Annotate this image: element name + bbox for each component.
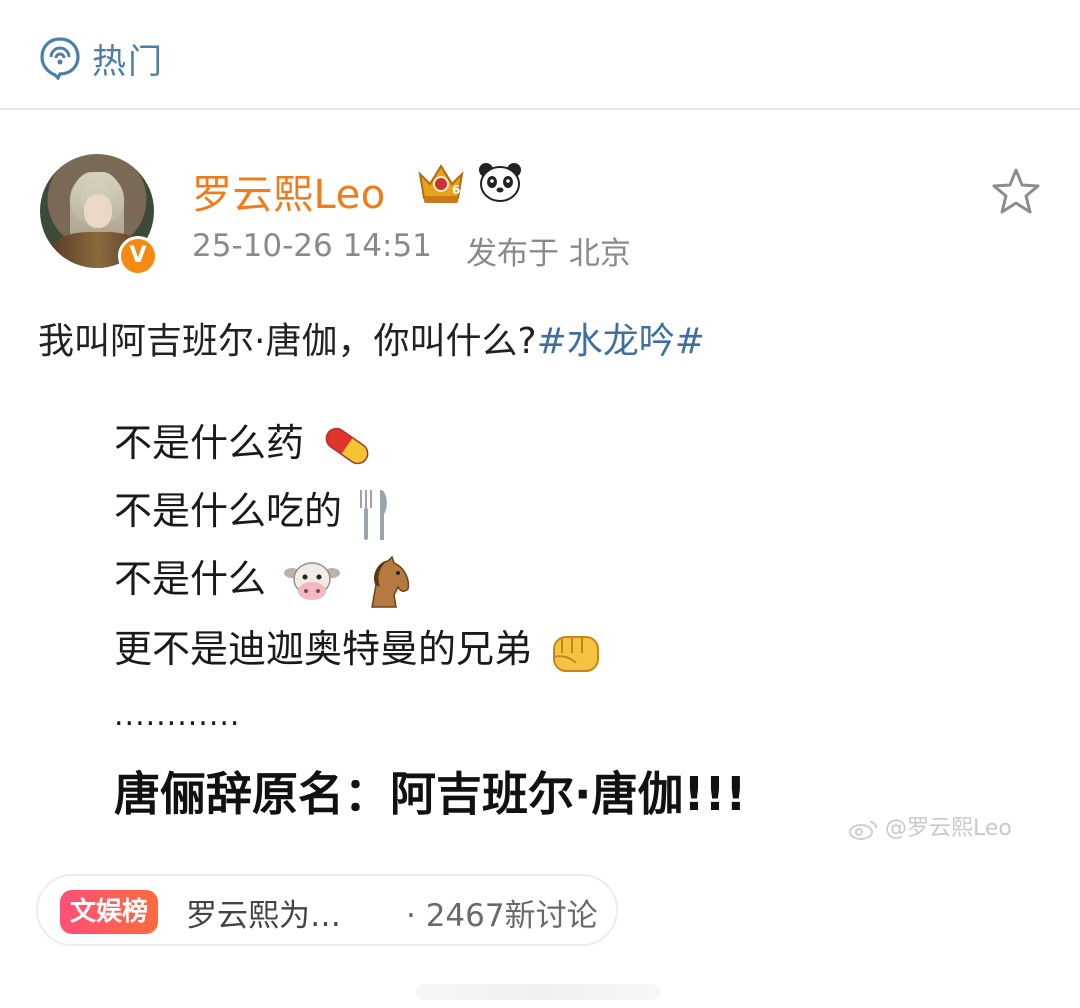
star-icon[interactable] — [990, 166, 1042, 218]
post-timestamp: 25-10-26 14:51 — [192, 228, 432, 264]
body-line-1: 不是什么药 — [114, 412, 374, 468]
top-bar: 热门 — [0, 0, 1080, 110]
hot-tab-label[interactable]: 热门 — [92, 34, 164, 83]
weibo-logo-icon — [849, 821, 877, 840]
trend-chip[interactable]: 文娱榜 罗云熙为… · 2467新讨论 — [36, 874, 618, 946]
svg-text:6: 6 — [452, 183, 460, 197]
hot-icon[interactable] — [38, 36, 82, 80]
ellipsis-dots: ............ — [114, 698, 241, 733]
horse-emoji — [371, 555, 410, 608]
body-line-2: 不是什么吃的 — [114, 480, 394, 542]
username[interactable]: 罗云熙Leo — [192, 162, 386, 220]
body-line-2-text: 不是什么吃的 — [114, 489, 343, 533]
bottom-edge — [416, 984, 660, 1000]
verified-badge: V — [118, 236, 158, 276]
bold-statement: 唐俪辞原名：阿吉班尔·唐伽!!! — [114, 767, 747, 821]
post-location: 发布于 北京 — [466, 236, 631, 272]
trend-count: · 2467新讨论 — [406, 898, 598, 934]
watermark-text: @罗云熙Leo — [885, 816, 1012, 841]
watermark: @罗云熙Leo — [848, 810, 1012, 842]
hashtag-link[interactable]: #水龙吟# — [537, 321, 705, 362]
post-text-main: 我叫阿吉班尔·唐伽，你叫什么? — [38, 321, 537, 362]
pill-emoji — [325, 427, 369, 464]
body-line-3-text: 不是什么 — [114, 557, 267, 601]
body-line-3: 不是什么 — [114, 548, 416, 609]
avatar-face — [84, 194, 112, 228]
body-line-4-text: 更不是迪迦奥特曼的兄弟 — [114, 627, 533, 671]
body-line-4: 更不是迪迦奥特曼的兄弟 — [114, 618, 604, 677]
post-text: 我叫阿吉班尔·唐伽，你叫什么?#水龙吟# — [38, 312, 705, 364]
fist-emoji — [553, 635, 600, 672]
body-line-1-text: 不是什么药 — [114, 421, 305, 465]
fork-knife-emoji — [360, 489, 387, 540]
crown-icon[interactable]: 6 — [414, 160, 468, 206]
trend-badge: 文娱榜 — [60, 890, 159, 934]
cow-emoji — [284, 561, 341, 600]
panda-icon — [479, 163, 521, 202]
trend-text: 罗云熙为… — [186, 898, 341, 934]
